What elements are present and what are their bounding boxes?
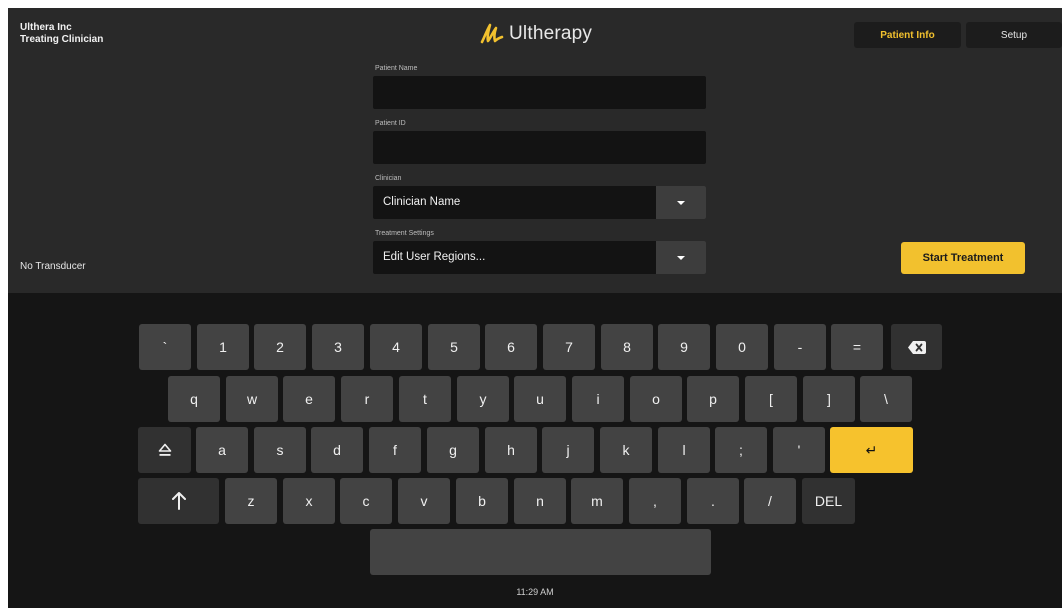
clinician-select-value: Clinician Name [383,196,461,208]
keyboard-key[interactable]: 4 [370,324,422,370]
ultherapy-logo-icon [480,23,504,44]
keyboard-key[interactable]: , [629,478,681,524]
caps-lock-key[interactable] [138,427,191,473]
clinician-select[interactable]: Clinician Name [373,186,706,219]
keyboard-key[interactable]: y [457,376,509,422]
keyboard-key[interactable]: f [369,427,421,473]
caps-lock-icon [158,443,171,456]
keyboard-key[interactable]: o [630,376,682,422]
app-screen: Ulthera Inc Treating Clinician Ultherapy… [8,8,1062,608]
keyboard-key[interactable]: 3 [312,324,364,370]
space-bar[interactable] [370,529,711,575]
organization-name: Ulthera Inc [20,22,72,33]
keyboard-key[interactable]: k [600,427,652,473]
shift-key[interactable] [138,478,219,524]
clinician-role: Treating Clinician [20,34,104,45]
keyboard-key[interactable]: / [744,478,796,524]
shift-arrow-icon [171,492,186,510]
keyboard-key[interactable]: 5 [428,324,480,370]
brand-logo: Ultherapy [479,22,592,46]
keyboard-key[interactable]: g [427,427,479,473]
clinician-dropdown-button[interactable] [656,186,706,219]
backspace-key[interactable] [891,324,942,370]
tab-setup[interactable]: Setup [966,22,1062,48]
patient-name-field[interactable] [373,76,706,109]
treatment-settings-label: Treatment Settings [375,230,434,237]
keyboard-key[interactable]: x [283,478,335,524]
keyboard-key[interactable]: = [831,324,883,370]
keyboard-key[interactable]: a [196,427,248,473]
keyboard-key[interactable]: n [514,478,566,524]
keyboard-key[interactable]: ] [803,376,855,422]
keyboard-key[interactable]: d [311,427,363,473]
keyboard-key[interactable]: ` [139,324,191,370]
keyboard-key[interactable]: t [399,376,451,422]
backspace-icon [907,340,926,354]
patient-id-label: Patient ID [375,120,406,127]
keyboard-key[interactable]: [ [745,376,797,422]
keyboard-key[interactable]: 6 [485,324,537,370]
keyboard-key[interactable]: v [398,478,450,524]
patient-name-label: Patient Name [375,65,418,72]
clock: 11:29 AM [516,587,554,597]
keyboard-key[interactable]: \ [860,376,912,422]
keyboard-key[interactable]: 2 [254,324,306,370]
patient-id-field[interactable] [373,131,706,164]
chevron-down-icon [677,200,685,205]
keyboard-key[interactable]: m [571,478,623,524]
start-treatment-button[interactable]: Start Treatment [901,242,1025,274]
keyboard-key[interactable]: r [341,376,393,422]
keyboard-key[interactable]: u [514,376,566,422]
keyboard-key[interactable]: ; [715,427,767,473]
keyboard-key[interactable]: . [687,478,739,524]
keyboard-key[interactable]: l [658,427,710,473]
keyboard-key[interactable]: q [168,376,220,422]
organization-info: Ulthera Inc Treating Clinician [20,22,103,46]
enter-key[interactable]: ↵ [830,427,913,473]
keyboard-key[interactable]: c [340,478,392,524]
patient-info-panel: Ulthera Inc Treating Clinician Ultherapy… [8,8,1062,293]
keyboard-key[interactable]: 1 [197,324,249,370]
keyboard-key[interactable]: p [687,376,739,422]
brand-name: Ultherapy [509,23,593,44]
keyboard-key[interactable]: 9 [658,324,710,370]
keyboard-key[interactable]: 7 [543,324,595,370]
keyboard-key[interactable]: z [225,478,277,524]
treatment-settings-dropdown-button[interactable] [656,241,706,274]
keyboard-key[interactable]: s [254,427,306,473]
transducer-status: No Transducer [20,261,86,272]
treatment-settings-value: Edit User Regions... [383,251,486,263]
keyboard-key[interactable]: w [226,376,278,422]
tab-patient-info[interactable]: Patient Info [854,22,961,48]
clinician-label: Clinician [375,175,402,182]
delete-key[interactable]: DEL [802,478,855,524]
keyboard-key[interactable]: ' [773,427,825,473]
keyboard-key[interactable]: j [542,427,594,473]
chevron-down-icon [677,255,685,260]
keyboard-key[interactable]: h [485,427,537,473]
keyboard-key[interactable]: 8 [601,324,653,370]
keyboard-key[interactable]: i [572,376,624,422]
keyboard-key[interactable]: e [283,376,335,422]
keyboard-key[interactable]: - [774,324,826,370]
treatment-settings-select[interactable]: Edit User Regions... [373,241,706,274]
keyboard-key[interactable]: b [456,478,508,524]
keyboard-key[interactable]: 0 [716,324,768,370]
